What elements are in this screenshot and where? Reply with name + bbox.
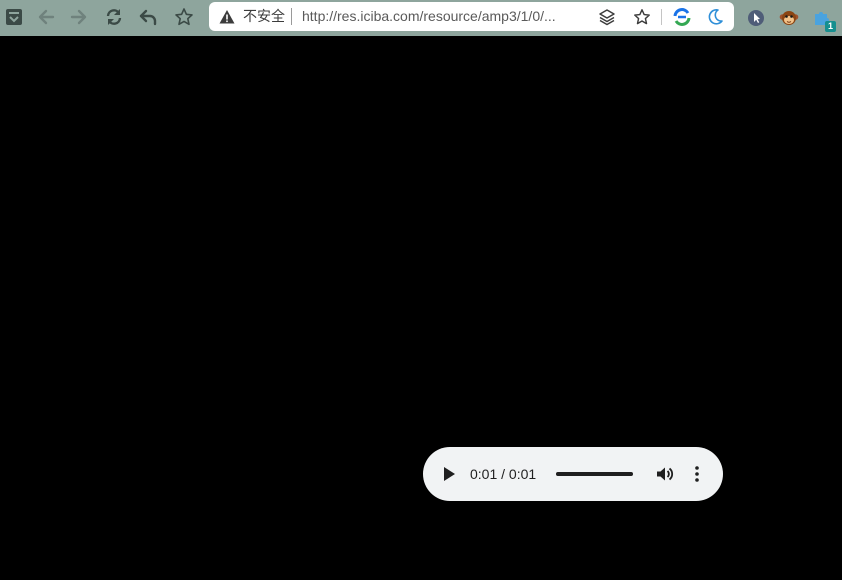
- play-button[interactable]: [439, 464, 459, 484]
- bookmark-star-icon: [634, 9, 650, 25]
- reload-button[interactable]: [100, 4, 128, 30]
- reader-mode-button[interactable]: [596, 6, 618, 28]
- omnibox-bookmark-button[interactable]: [631, 6, 653, 28]
- dark-mode-button[interactable]: [704, 6, 726, 28]
- browser-toolbar: 不安全 http://res.iciba.com/resource/amp3/1…: [0, 0, 842, 36]
- more-vertical-icon: [695, 466, 699, 482]
- forward-button[interactable]: [65, 4, 93, 30]
- back-button[interactable]: [32, 4, 60, 30]
- puzzle-extension-button[interactable]: 1: [810, 6, 836, 32]
- translate-extension-icon: [673, 8, 691, 26]
- undo-icon: [139, 9, 157, 26]
- cursor-extension-button[interactable]: [744, 6, 768, 30]
- tab-list-button[interactable]: [0, 4, 28, 30]
- address-bar[interactable]: 不安全 http://res.iciba.com/resource/amp3/1…: [209, 2, 734, 31]
- play-icon: [444, 467, 455, 481]
- bookmark-button[interactable]: [170, 4, 198, 30]
- dark-mode-moon-icon: [708, 9, 723, 25]
- back-icon: [38, 9, 55, 25]
- current-time: 0:01: [470, 466, 498, 482]
- translate-extension-button[interactable]: [671, 6, 693, 28]
- monkey-extension-icon: [779, 11, 799, 25]
- url-text[interactable]: http://res.iciba.com/resource/amp3/1/0/.…: [302, 8, 592, 25]
- extension-badge: 1: [825, 21, 836, 32]
- omnibox-divider: [661, 9, 662, 25]
- cursor-extension-icon: [748, 10, 764, 26]
- time-display: 0:01 / 0:01: [470, 466, 536, 483]
- forward-icon: [70, 9, 87, 25]
- warning-icon: [219, 10, 235, 24]
- more-options-button[interactable]: [687, 463, 707, 485]
- reload-icon: [106, 9, 122, 25]
- bookmark-star-icon: [175, 8, 193, 26]
- undo-button[interactable]: [134, 4, 162, 30]
- audio-player: 0:01 / 0:01: [423, 447, 723, 501]
- seek-slider[interactable]: [556, 472, 633, 476]
- time-separator: /: [497, 466, 509, 482]
- page-viewport: [0, 36, 842, 580]
- security-separator: [291, 8, 292, 25]
- volume-icon: [657, 467, 674, 481]
- security-status-label[interactable]: 不安全: [243, 8, 285, 25]
- tab-list-icon: [6, 9, 22, 25]
- volume-button[interactable]: [653, 463, 675, 485]
- reader-mode-icon: [599, 9, 615, 26]
- duration: 0:01: [508, 466, 537, 482]
- monkey-extension-button[interactable]: [777, 6, 801, 30]
- seek-progress: [556, 472, 633, 476]
